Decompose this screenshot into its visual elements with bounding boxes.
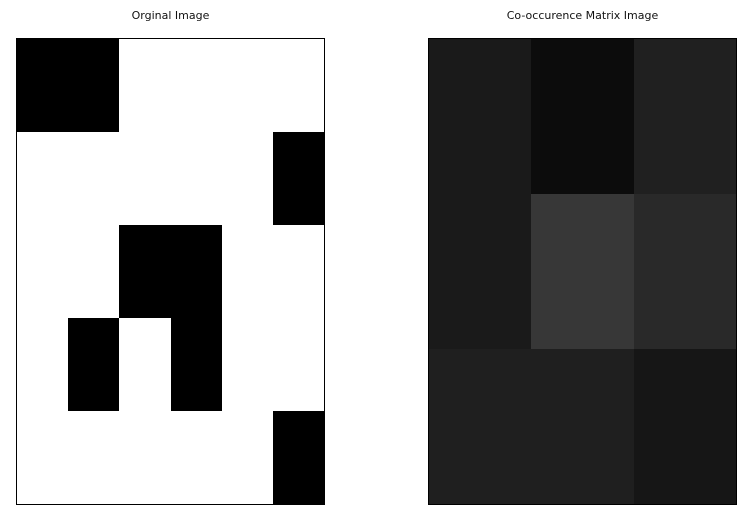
original-pixel-r1-c1 (68, 132, 119, 225)
original-pixel-r4-c2 (119, 411, 171, 504)
original-image-title: Orginal Image (131, 9, 210, 22)
original-pixel-r4-c3 (171, 411, 222, 504)
matrix-cell-r2-c0 (429, 349, 531, 504)
original-pixel-r0-c4 (222, 39, 273, 132)
matrix-cell-r0-c0 (429, 39, 531, 194)
original-pixel-r3-c4 (222, 318, 273, 411)
original-pixel-r0-c1 (68, 39, 119, 132)
original-pixel-r0-c0 (17, 39, 68, 132)
original-pixel-r2-c0 (17, 225, 68, 318)
original-pixel-r0-c5 (273, 39, 324, 132)
original-pixel-r1-c0 (17, 132, 68, 225)
matrix-cell-r1-c2 (634, 194, 736, 349)
original-pixel-r1-c5 (273, 132, 324, 225)
original-pixel-r3-c0 (17, 318, 68, 411)
original-pixel-r3-c2 (119, 318, 171, 411)
original-pixel-r4-c5 (273, 411, 324, 504)
original-pixel-r4-c4 (222, 411, 273, 504)
matrix-cell-r1-c1 (531, 194, 634, 349)
matrix-cell-r1-c0 (429, 194, 531, 349)
original-pixel-r2-c2 (119, 225, 171, 318)
matrix-cell-r2-c1 (531, 349, 634, 504)
original-pixel-r2-c3 (171, 225, 222, 318)
original-pixel-r4-c0 (17, 411, 68, 504)
cooccurrence-matrix-title: Co-occurence Matrix Image (506, 9, 659, 22)
matrix-cell-r2-c2 (634, 349, 736, 504)
original-pixel-r3-c1 (68, 318, 119, 411)
matrix-cell-r0-c1 (531, 39, 634, 194)
original-pixel-r2-c1 (68, 225, 119, 318)
original-pixel-r2-c4 (222, 225, 273, 318)
original-pixel-r2-c5 (273, 225, 324, 318)
original-pixel-r4-c1 (68, 411, 119, 504)
original-image (16, 38, 325, 505)
original-pixel-r3-c3 (171, 318, 222, 411)
original-pixel-r1-c3 (171, 132, 222, 225)
original-pixel-r1-c2 (119, 132, 171, 225)
original-pixel-r0-c2 (119, 39, 171, 132)
original-pixel-r3-c5 (273, 318, 324, 411)
original-pixel-r1-c4 (222, 132, 273, 225)
cooccurrence-matrix-image (428, 38, 737, 505)
matrix-cell-r0-c2 (634, 39, 736, 194)
original-pixel-r0-c3 (171, 39, 222, 132)
